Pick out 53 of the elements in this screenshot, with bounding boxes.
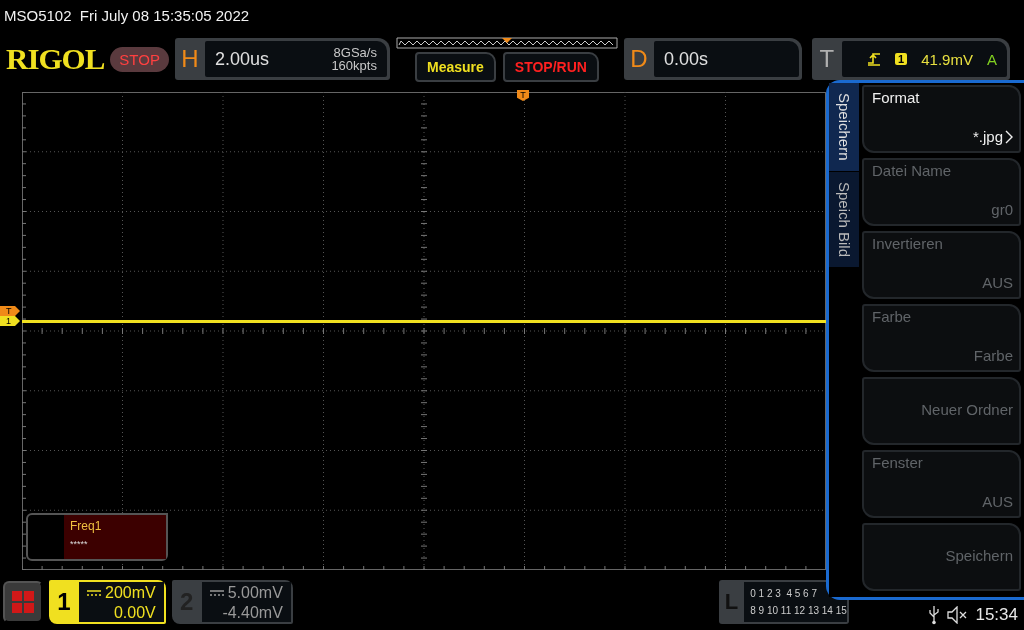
horizontal-panel[interactable]: H 2.00us 8GSa/s 160kpts <box>174 38 390 80</box>
brand-logo: RIGOL <box>6 41 105 77</box>
usb-icon <box>929 605 940 625</box>
run-state-indicator: STOP <box>110 46 169 72</box>
measure-button[interactable]: Measure <box>415 51 496 82</box>
menu-button[interactable] <box>3 581 43 623</box>
speaker-muted-icon <box>947 606 968 624</box>
menu-item[interactable]: Format *.jpg <box>862 85 1021 153</box>
logic-channel-numbers: 8 9 10 11 12 13 14 15 <box>750 604 847 618</box>
trigger-mode: A <box>986 50 997 68</box>
stop-run-button[interactable]: STOP/RUN <box>502 51 599 82</box>
trigger-label: T <box>818 44 836 74</box>
clock-time: 15:34 <box>975 605 1018 625</box>
menu-item-label: Datei Name <box>872 162 953 179</box>
menu-tab[interactable]: Speich Bild <box>829 171 859 268</box>
menu-item-value: Neuer Ordner <box>921 400 1013 418</box>
dc-coupling-icon <box>209 589 224 597</box>
dc-coupling-icon <box>87 589 101 597</box>
channel-marker[interactable]: 1 <box>0 316 20 326</box>
menu-item-label: Fenster <box>872 454 924 471</box>
memory-depth: 160kpts <box>331 59 377 72</box>
trigger-panel[interactable]: T 1 41.9mV A <box>811 38 1010 80</box>
channel-offset: 0.00V <box>113 603 156 623</box>
menu-icon <box>11 590 35 614</box>
horizontal-label: H <box>180 44 200 74</box>
measurement-value: ***** <box>70 539 89 549</box>
channel-scale: 200mV <box>105 583 156 603</box>
menu-item-value: AUS <box>982 493 1013 510</box>
window-title: MSO5102 Fri July 08 15:35:05 2022 <box>3 5 251 26</box>
trigger-position-marker[interactable]: T <box>517 90 529 101</box>
sample-rate: 8GSa/s <box>333 46 377 59</box>
menu-item-label: Format <box>872 89 921 106</box>
menu-item-value: Farbe <box>973 347 1013 364</box>
channel-button[interactable]: 1 200mV 0.00V <box>49 580 166 624</box>
channel-scale: 5.00mV <box>227 583 283 603</box>
delay-panel[interactable]: D 0.00s <box>623 38 802 80</box>
menu-item-value: *.jpg <box>972 128 1003 145</box>
menu-item-value: AUS <box>982 274 1013 291</box>
timebase-value: 2.00us <box>214 48 269 70</box>
menu-tab[interactable]: Speichern <box>829 83 859 172</box>
delay-value: 0.00s <box>663 48 708 70</box>
logic-channel-numbers: 0 1 2 3 4 5 6 7 <box>750 587 818 601</box>
menu-item-label: Farbe <box>872 308 913 325</box>
menu-item-value: gr0 <box>991 201 1013 218</box>
channel-offset: -4.40mV <box>222 603 283 623</box>
menu-item-label: Invertieren <box>872 235 944 252</box>
measurement-label: Freq1 <box>70 519 103 533</box>
trigger-level-marker[interactable]: T <box>0 306 20 316</box>
menu-item-value: Speichern <box>945 546 1013 564</box>
delay-label: D <box>629 44 649 74</box>
trigger-level: 41.9mV <box>921 50 973 68</box>
trigger-source-badge: 1 <box>895 53 908 65</box>
rising-edge-icon <box>867 51 882 67</box>
